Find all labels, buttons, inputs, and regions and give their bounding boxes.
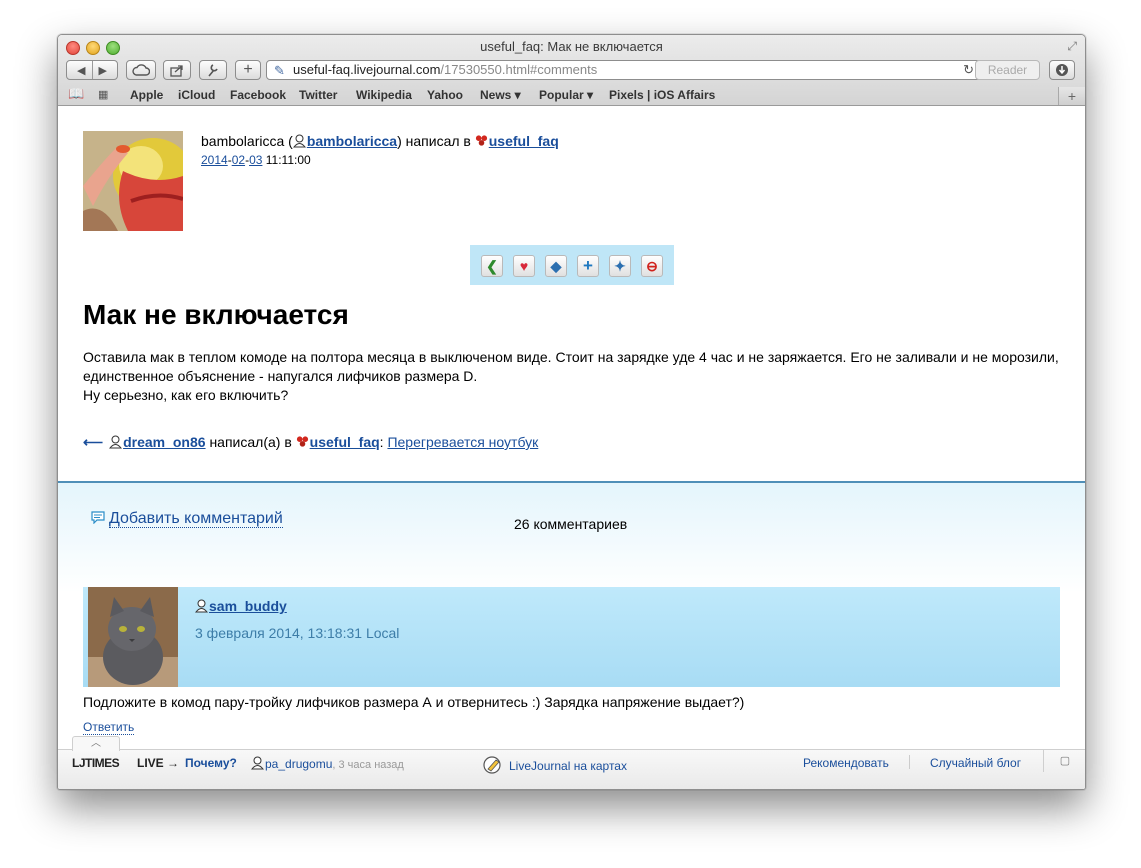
commenter-userpic[interactable] xyxy=(88,587,178,687)
ljtimes-bottom-bar: ︿ LJTIMES LIVE → Почему? pa_drugomu, 3 ч… xyxy=(58,736,1085,789)
random-blog-link[interactable]: Случайный блог xyxy=(930,756,1021,770)
top-sites-icon[interactable]: ▦ xyxy=(98,88,108,101)
poster-name: bambolaricca ( xyxy=(201,133,293,149)
entry-header: bambolaricca ( bambolaricca) написал в us… xyxy=(201,133,559,149)
downloads-button[interactable] xyxy=(1049,60,1075,80)
live-time-ago: , 3 часа назад xyxy=(332,759,404,771)
entry-body: Оставила мак в теплом комоде на полтора … xyxy=(83,348,1073,405)
prev-community-link[interactable]: useful_faq xyxy=(310,434,380,450)
prev-colon: : xyxy=(379,434,384,450)
wrench-icon xyxy=(208,64,218,77)
comment-header: sam_buddy 3 февраля 2014, 13:18:31 Local xyxy=(83,587,1060,687)
live-user[interactable]: pa_drugomu, 3 часа назад xyxy=(251,756,404,771)
date-month-link[interactable]: 02 xyxy=(232,153,245,167)
entry-time: 11:11:00 xyxy=(265,153,311,167)
new-tab-button[interactable]: + xyxy=(1058,87,1085,105)
livejournal-page-icon: ✎ xyxy=(274,63,285,78)
live-label: LIVE → xyxy=(137,756,180,770)
back-arrow-icon[interactable]: ⟵ xyxy=(83,434,103,450)
poster-username-link[interactable]: bambolaricca xyxy=(307,133,397,149)
tag-icon[interactable]: ◆ xyxy=(545,255,567,277)
forward-arrow-icon[interactable]: ▶ xyxy=(99,64,107,77)
user-icon[interactable] xyxy=(292,134,306,148)
add-memory-icon[interactable]: + xyxy=(577,255,599,277)
date-day-link[interactable]: 03 xyxy=(249,153,262,167)
chat-icon[interactable]: ▢ xyxy=(1043,750,1085,772)
extension-button[interactable] xyxy=(199,60,227,80)
user-icon[interactable] xyxy=(109,435,123,449)
bookmark-apple[interactable]: Apple xyxy=(130,88,163,102)
entry-title: Мак не включается xyxy=(83,299,349,330)
reply-link[interactable]: Ответить xyxy=(83,720,135,735)
back-arrow-icon[interactable]: ◀ xyxy=(77,64,85,77)
community-icon[interactable] xyxy=(296,435,309,449)
entry-body-paragraph: Оставила мак в теплом комоде на полтора … xyxy=(83,349,1059,384)
address-bar[interactable]: ✎ useful-faq.livejournal.com/17530550.htm… xyxy=(266,60,981,80)
prev-wrote-text: написал(а) в xyxy=(205,434,296,450)
back-forward-buttons: ◀ ▶ xyxy=(66,60,118,80)
poster-userpic[interactable] xyxy=(83,131,183,231)
fullscreen-icon[interactable]: ⤢ xyxy=(1067,39,1077,54)
prev-author-link[interactable]: dream_on86 xyxy=(123,434,205,450)
live-username[interactable]: pa_drugomu xyxy=(265,757,332,771)
add-comment-label[interactable]: Добавить комментарий xyxy=(109,510,283,528)
download-icon xyxy=(1056,64,1068,76)
browser-toolbar: useful_faq: Мак не включается ⤢ ◀ ▶ + ✎ u… xyxy=(58,35,1085,106)
comment-bubble-icon xyxy=(91,511,105,525)
lj-maps-label[interactable]: LiveJournal на картах xyxy=(509,759,627,773)
bookmark-wikipedia[interactable]: Wikipedia xyxy=(356,88,412,102)
reload-icon[interactable]: ↻ xyxy=(963,61,974,79)
map-pencil-icon xyxy=(483,756,501,774)
plus-icon: + xyxy=(243,61,253,78)
reader-button[interactable]: Reader xyxy=(975,60,1040,80)
add-bookmark-button[interactable]: + xyxy=(235,60,261,80)
entry-body-question: Ну серьезно, как его включить? xyxy=(83,387,289,403)
add-comment-link[interactable]: Добавить комментарий xyxy=(91,510,283,528)
entry-date: 2014-02-03 11:11:00 xyxy=(201,153,311,167)
community-icon[interactable] xyxy=(475,134,488,148)
ljtimes-logo[interactable]: LJTIMES xyxy=(72,756,120,770)
previous-entry-icon[interactable]: ❮ xyxy=(481,255,503,277)
browser-window: useful_faq: Мак не включается ⤢ ◀ ▶ + ✎ u… xyxy=(57,34,1086,790)
bookmark-pixels-ios-affairs[interactable]: Pixels | iOS Affairs xyxy=(609,88,715,102)
wrote-in-text: ) написал в xyxy=(397,133,475,149)
page-content: bambolaricca ( bambolaricca) написал в us… xyxy=(58,106,1085,749)
bookmark-facebook[interactable]: Facebook xyxy=(230,88,286,102)
commenter-username-label[interactable]: sam_buddy xyxy=(209,598,287,614)
user-icon[interactable] xyxy=(251,756,264,770)
comments-section: Добавить комментарий 26 комментариев sam… xyxy=(58,483,1085,749)
why-link[interactable]: Почему? xyxy=(185,756,237,770)
pin-icon[interactable]: ✦ xyxy=(609,255,631,277)
commenter-username[interactable]: sam_buddy xyxy=(195,598,287,614)
user-icon[interactable] xyxy=(195,599,208,613)
bookmark-yahoo[interactable]: Yahoo xyxy=(427,88,463,102)
bookmarks-bar: 📖 ▦ Apple iCloud Facebook Twitter Wikipe… xyxy=(58,85,1085,105)
share-button[interactable] xyxy=(163,60,191,80)
bookmark-news-menu[interactable]: News ▾ xyxy=(480,88,521,102)
entry-actions-bar: ❮ ♥ ◆ + ✦ ⊖ xyxy=(470,245,674,285)
lj-maps-link[interactable]: LiveJournal на картах xyxy=(483,756,627,774)
comment-date: 3 февраля 2014, 13:18:31 Local xyxy=(195,625,400,641)
block-icon[interactable]: ⊖ xyxy=(641,255,663,277)
bookmark-twitter[interactable]: Twitter xyxy=(299,88,337,102)
url-host: useful-faq.livejournal.com xyxy=(293,62,441,77)
prev-entry-title-link[interactable]: Перегревается ноутбук xyxy=(387,434,538,450)
bottom-bar-separator xyxy=(909,755,910,769)
date-year-link[interactable]: 2014 xyxy=(201,153,228,167)
heart-icon[interactable]: ♥ xyxy=(513,255,535,277)
cloud-icon xyxy=(132,64,150,76)
bookmark-icloud[interactable]: iCloud xyxy=(178,88,215,102)
collapse-bar-chevron-icon[interactable]: ︿ xyxy=(72,736,120,751)
previous-entry-line: ⟵ dream_on86 написал(а) в useful_faq: Пер… xyxy=(83,434,538,451)
recommend-link[interactable]: Рекомендовать xyxy=(803,756,889,770)
share-icon xyxy=(170,64,183,77)
url-path: /17530550.html#comments xyxy=(440,62,598,77)
comment-text: Подложите в комод пару-тройку лифчиков р… xyxy=(83,694,745,710)
comments-count: 26 комментариев xyxy=(514,516,628,532)
window-title: useful_faq: Мак не включается xyxy=(480,39,663,54)
reading-list-icon[interactable]: 📖 xyxy=(68,86,84,102)
icloud-tabs-button[interactable] xyxy=(126,60,156,80)
community-link[interactable]: useful_faq xyxy=(489,133,559,149)
bookmark-popular-menu[interactable]: Popular ▾ xyxy=(539,88,593,102)
